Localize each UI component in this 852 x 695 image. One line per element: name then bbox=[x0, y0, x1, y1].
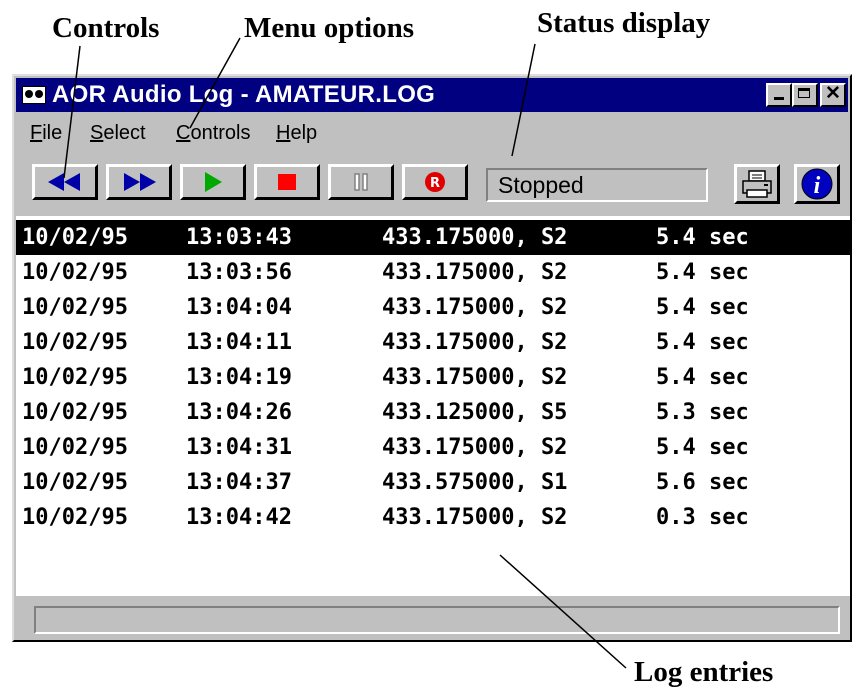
play-icon bbox=[205, 172, 222, 192]
menu-file-label: ile bbox=[42, 122, 63, 144]
log-entry-row[interactable]: 10/02/95 13:04:37 433.575000, S1 5.6 sec bbox=[16, 465, 850, 500]
log-entry-duration: 0.3 sec bbox=[656, 505, 749, 530]
log-entry-frequency: 433.175000, S2 bbox=[382, 435, 568, 460]
log-entry-duration: 5.4 sec bbox=[656, 435, 749, 460]
title-bar[interactable]: AOR Audio Log - AMATEUR.LOG ✕ bbox=[16, 78, 848, 112]
log-entry-time: 13:04:37 bbox=[186, 470, 292, 495]
printer-icon bbox=[742, 170, 772, 198]
log-entry-time: 13:03:43 bbox=[186, 225, 292, 250]
log-list[interactable]: 10/02/95 13:03:43 433.175000, S2 5.4 sec 10/… bbox=[16, 216, 850, 596]
pause-icon bbox=[354, 173, 368, 191]
fast-forward-button[interactable] bbox=[106, 164, 172, 200]
log-entry-row[interactable]: 10/02/95 13:04:31 433.175000, S2 5.4 sec bbox=[16, 430, 850, 465]
menu-controls[interactable]: Controls bbox=[176, 122, 250, 145]
app-window: AOR Audio Log - AMATEUR.LOG ✕ File Selec… bbox=[12, 74, 852, 642]
log-entry-duration: 5.4 sec bbox=[656, 295, 749, 320]
menu-file[interactable]: File bbox=[30, 122, 62, 145]
log-entry-row[interactable]: 10/02/95 13:04:26 433.125000, S5 5.3 sec bbox=[16, 395, 850, 430]
menu-bar: File Select Controls Help bbox=[16, 114, 848, 146]
log-entry-frequency: 433.175000, S2 bbox=[382, 505, 568, 530]
stop-button[interactable] bbox=[254, 164, 320, 200]
log-entry-duration: 5.3 sec bbox=[656, 400, 749, 425]
log-entry-frequency: 433.175000, S2 bbox=[382, 260, 568, 285]
log-entry-time: 13:04:04 bbox=[186, 295, 292, 320]
annotation-controls: Controls bbox=[52, 12, 160, 44]
log-entry-frequency: 433.175000, S2 bbox=[382, 330, 568, 355]
svg-text:i: i bbox=[814, 173, 821, 199]
menu-select-label: elect bbox=[103, 122, 146, 144]
log-entry-time: 13:04:26 bbox=[186, 400, 292, 425]
log-entry-date: 10/02/95 bbox=[22, 260, 128, 285]
menu-select-accel: S bbox=[90, 122, 104, 144]
app-speaker-icon[interactable] bbox=[22, 86, 46, 104]
record-icon: R bbox=[425, 172, 445, 192]
rewind-button[interactable] bbox=[32, 164, 98, 200]
log-entry-frequency: 433.575000, S1 bbox=[382, 470, 568, 495]
log-entry-duration: 5.4 sec bbox=[656, 365, 749, 390]
log-entry-duration: 5.4 sec bbox=[656, 330, 749, 355]
minimize-button[interactable] bbox=[766, 83, 792, 107]
log-entry-frequency: 433.125000, S5 bbox=[382, 400, 568, 425]
status-display: Stopped bbox=[486, 168, 708, 202]
log-entry-row[interactable]: 10/02/95 13:04:19 433.175000, S2 5.4 sec bbox=[16, 360, 850, 395]
log-entry-duration: 5.4 sec bbox=[656, 260, 749, 285]
window-title: AOR Audio Log - AMATEUR.LOG bbox=[52, 81, 436, 108]
log-entry-time: 13:04:19 bbox=[186, 365, 292, 390]
log-entry-row[interactable]: 10/02/95 13:03:56 433.175000, S2 5.4 sec bbox=[16, 255, 850, 290]
log-entry-date: 10/02/95 bbox=[22, 435, 128, 460]
log-entry-date: 10/02/95 bbox=[22, 470, 128, 495]
pause-button[interactable] bbox=[328, 164, 394, 200]
log-entry-date: 10/02/95 bbox=[22, 505, 128, 530]
log-entry-duration: 5.6 sec bbox=[656, 470, 749, 495]
log-entry-date: 10/02/95 bbox=[22, 225, 128, 250]
log-entry-row[interactable]: 10/02/95 13:04:04 433.175000, S2 5.4 sec bbox=[16, 290, 850, 325]
play-button[interactable] bbox=[180, 164, 246, 200]
annotation-menu-options: Menu options bbox=[244, 12, 415, 44]
log-entry-date: 10/02/95 bbox=[22, 400, 128, 425]
status-bar bbox=[34, 606, 840, 634]
log-entry-row[interactable]: 10/02/95 13:03:43 433.175000, S2 5.4 sec bbox=[16, 220, 850, 255]
log-entry-row[interactable]: 10/02/95 13:04:42 433.175000, S2 0.3 sec bbox=[16, 500, 850, 535]
log-entry-date: 10/02/95 bbox=[22, 365, 128, 390]
log-entry-time: 13:04:31 bbox=[186, 435, 292, 460]
maximize-button[interactable] bbox=[792, 83, 818, 107]
log-entry-date: 10/02/95 bbox=[22, 330, 128, 355]
log-entry-frequency: 433.175000, S2 bbox=[382, 365, 568, 390]
fast-forward-icon bbox=[124, 173, 156, 191]
menu-controls-label: ontrols bbox=[190, 122, 251, 144]
close-button[interactable]: ✕ bbox=[820, 83, 846, 107]
record-button[interactable]: R bbox=[402, 164, 468, 200]
menu-controls-accel: C bbox=[176, 122, 191, 144]
svg-text:R: R bbox=[430, 176, 440, 191]
maximize-icon bbox=[798, 88, 810, 98]
close-icon: ✕ bbox=[825, 83, 841, 104]
log-entry-frequency: 433.175000, S2 bbox=[382, 295, 568, 320]
rewind-icon bbox=[48, 173, 80, 191]
annotation-log-entries: Log entries bbox=[634, 656, 774, 688]
info-button[interactable]: i bbox=[794, 164, 840, 204]
log-entry-duration: 5.4 sec bbox=[656, 225, 749, 250]
log-entry-time: 13:03:56 bbox=[186, 260, 292, 285]
menu-file-accel: F bbox=[30, 122, 43, 144]
log-entry-row[interactable]: 10/02/95 13:04:11 433.175000, S2 5.4 sec bbox=[16, 325, 850, 360]
info-icon: i bbox=[801, 168, 833, 200]
menu-help[interactable]: Help bbox=[276, 122, 317, 145]
log-entry-time: 13:04:42 bbox=[186, 505, 292, 530]
print-button[interactable] bbox=[734, 164, 780, 204]
menu-help-accel: H bbox=[276, 122, 291, 144]
menu-help-label: elp bbox=[290, 122, 318, 144]
log-entry-time: 13:04:11 bbox=[186, 330, 292, 355]
menu-select[interactable]: Select bbox=[90, 122, 146, 145]
log-entry-date: 10/02/95 bbox=[22, 295, 128, 320]
annotation-status-display: Status display bbox=[537, 7, 711, 39]
log-entry-frequency: 433.175000, S2 bbox=[382, 225, 568, 250]
stop-icon bbox=[278, 174, 296, 190]
minimize-icon bbox=[774, 97, 784, 100]
